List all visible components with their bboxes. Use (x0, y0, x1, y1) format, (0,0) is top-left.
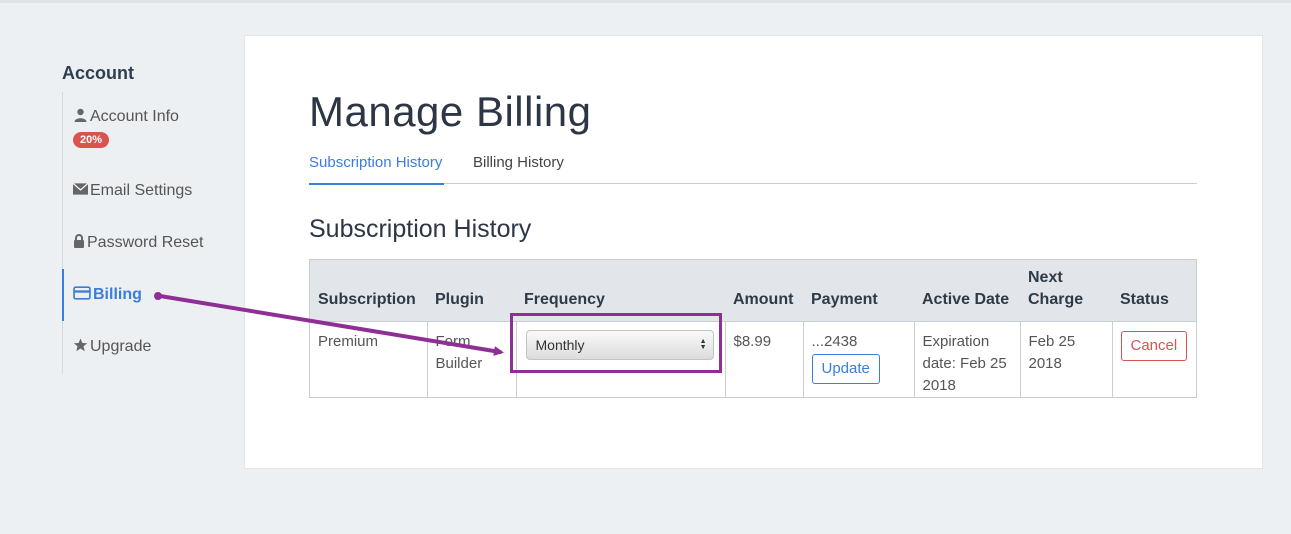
sidebar-item-billing[interactable]: Billing (73, 286, 142, 304)
active-indicator (62, 269, 64, 321)
column-header-plugin: Plugin (427, 259, 516, 322)
cell-active-date: Expiration date: Feb 25 2018 (913, 321, 1021, 398)
update-payment-button[interactable]: Update (811, 354, 880, 384)
sidebar-item-label: Password Reset (87, 234, 204, 251)
cell-frequency: Monthly ▲ ▼ (515, 321, 726, 398)
subscription-table: Subscription Plugin Frequency Amount Pay… (309, 259, 1197, 398)
credit-card-icon (73, 286, 91, 300)
table-header-row: Subscription Plugin Frequency Amount Pay… (309, 259, 1197, 322)
sidebar-item-email-settings[interactable]: Email Settings (73, 182, 192, 200)
sidebar-title: Account (62, 63, 134, 83)
cell-next-charge: Feb 25 2018 (1019, 321, 1113, 398)
top-border (0, 0, 1291, 3)
cell-plugin: Form Builder (426, 321, 517, 398)
sidebar-item-label: Email Settings (90, 182, 193, 199)
frequency-select[interactable]: Monthly ▲ ▼ (525, 330, 714, 360)
table-row: Premium Form Builder Monthly ▲ ▼ $8.99 ..… (309, 321, 1197, 398)
envelope-icon (73, 182, 88, 195)
sidebar-item-upgrade[interactable]: Upgrade (73, 338, 151, 356)
user-icon (74, 108, 87, 122)
sidebar-item-password-reset[interactable]: Password Reset (73, 234, 204, 252)
column-header-subscription: Subscription (309, 259, 427, 322)
page-title: Manage Billing (309, 88, 592, 135)
frequency-select-value: Monthly (535, 337, 585, 353)
column-header-amount: Amount (725, 259, 803, 322)
column-header-payment: Payment (803, 259, 914, 322)
cell-status: Cancel (1111, 321, 1197, 398)
billing-card: Manage Billing Subscription History Bill… (244, 35, 1263, 469)
sidebar-item-label: Account Info (90, 108, 179, 125)
section-title: Subscription History (309, 215, 532, 243)
column-header-next-charge: Next Charge (1020, 259, 1112, 322)
column-header-frequency: Frequency (516, 259, 725, 322)
sidebar-nav: Account Info 20% Email Settings Password… (62, 92, 233, 374)
cell-amount: $8.99 (724, 321, 804, 398)
sidebar-item-label: Billing (93, 286, 142, 303)
column-header-status: Status (1112, 259, 1197, 322)
column-header-active-date: Active Date (914, 259, 1020, 322)
sidebar-item-label: Upgrade (90, 338, 152, 355)
cell-subscription: Premium (309, 321, 428, 398)
cell-payment: ...2438 Update (802, 321, 915, 398)
cancel-subscription-button[interactable]: Cancel (1120, 331, 1188, 361)
account-sidebar: Account Account Info 20% Email Settings … (62, 62, 232, 374)
sidebar-item-account-info[interactable]: Account Info (73, 108, 179, 126)
completion-badge: 20% (73, 132, 110, 148)
lock-icon (74, 234, 84, 248)
star-icon (73, 338, 88, 352)
select-arrows-icon: ▲ ▼ (699, 338, 707, 351)
billing-tabs: Subscription History Billing History (309, 152, 1197, 185)
tab-subscription-history[interactable]: Subscription History (309, 154, 445, 185)
tab-billing-history[interactable]: Billing History (473, 154, 564, 171)
card-last-digits: ...2438 (811, 333, 858, 350)
